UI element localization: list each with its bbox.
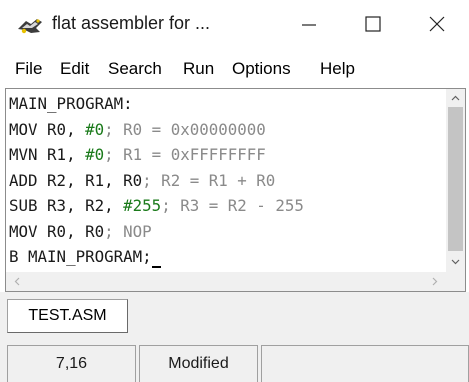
code-token: B MAIN_PROGRAM;	[9, 247, 152, 266]
vertical-scrollbar[interactable]	[446, 89, 465, 272]
tab-test-asm[interactable]: TEST.ASM	[7, 299, 128, 333]
cursor-position: 7,16	[7, 345, 136, 382]
flat-assembler-icon	[16, 16, 44, 36]
window-title: flat assembler for ...	[52, 13, 211, 33]
code-comment: ; R3 = R2 - 255	[161, 196, 304, 215]
text-caret	[151, 247, 162, 268]
code-comment: ; R0 = 0x00000000	[104, 119, 266, 139]
close-button[interactable]	[405, 0, 469, 52]
code-comment: ; NOP	[104, 221, 152, 241]
menu-run[interactable]: Run	[183, 59, 214, 79]
code-line[interactable]: B MAIN_PROGRAM;	[9, 244, 446, 270]
status-bar: 7,16 Modified	[0, 341, 469, 382]
code-editor[interactable]: MAIN_PROGRAM: MOV R0, #0; R0 = 0x00000000…	[5, 88, 466, 292]
code-line[interactable]: MAIN_PROGRAM:	[9, 91, 446, 117]
maximize-icon	[365, 15, 381, 37]
code-line[interactable]: MOV R0, #0; R0 = 0x00000000	[9, 117, 446, 143]
horizontal-scrollbar[interactable]	[6, 272, 446, 291]
file-tab-strip: TEST.ASM	[0, 292, 469, 341]
code-line[interactable]: ADD R2, R1, R0; R2 = R1 + R0	[9, 168, 446, 194]
minimize-button[interactable]	[277, 0, 341, 52]
code-token: MAIN_PROGRAM:	[9, 94, 133, 113]
menu-file[interactable]: File	[15, 59, 42, 79]
menu-bar: File Edit Search Run Options Help	[0, 52, 469, 86]
menu-edit[interactable]: Edit	[60, 59, 89, 79]
code-token: MVN R1,	[9, 145, 86, 164]
code-token: MOV R0,	[9, 119, 86, 139]
code-immediate: #255	[123, 196, 162, 215]
vertical-scroll-thumb[interactable]	[448, 107, 463, 251]
scroll-down-icon[interactable]	[446, 253, 465, 271]
code-immediate: #0	[85, 119, 105, 139]
code-comment: ; R1 = 0xFFFFFFFF	[104, 145, 266, 164]
minimize-icon	[302, 17, 316, 36]
menu-options[interactable]: Options	[232, 59, 291, 79]
code-line[interactable]: SUB R3, R2, #255; R3 = R2 - 255	[9, 193, 446, 219]
code-line[interactable]: MVN R1, #0; R1 = 0xFFFFFFFF	[9, 142, 446, 168]
maximize-button[interactable]	[341, 0, 405, 52]
code-immediate: #0	[85, 145, 105, 164]
status-panel	[261, 345, 469, 382]
menu-help[interactable]: Help	[320, 59, 355, 79]
code-text-area[interactable]: MAIN_PROGRAM: MOV R0, #0; R0 = 0x00000000…	[9, 91, 446, 273]
code-comment: ; R2 = R1 + R0	[142, 170, 276, 190]
code-token: MOV R0, R0	[9, 221, 105, 241]
code-token: SUB R3, R2,	[9, 196, 124, 215]
menu-search[interactable]: Search	[108, 59, 162, 79]
scrollbar-corner	[446, 272, 465, 291]
code-line[interactable]: MOV R0, R0; NOP	[9, 219, 446, 245]
modified-indicator: Modified	[139, 345, 258, 382]
scroll-left-icon[interactable]	[8, 272, 26, 291]
title-bar[interactable]: flat assembler for ...	[0, 0, 469, 52]
close-icon	[429, 16, 445, 37]
code-token: ADD R2, R1, R0	[9, 170, 143, 190]
scroll-right-icon[interactable]	[426, 272, 444, 291]
scroll-up-icon[interactable]	[446, 89, 465, 107]
